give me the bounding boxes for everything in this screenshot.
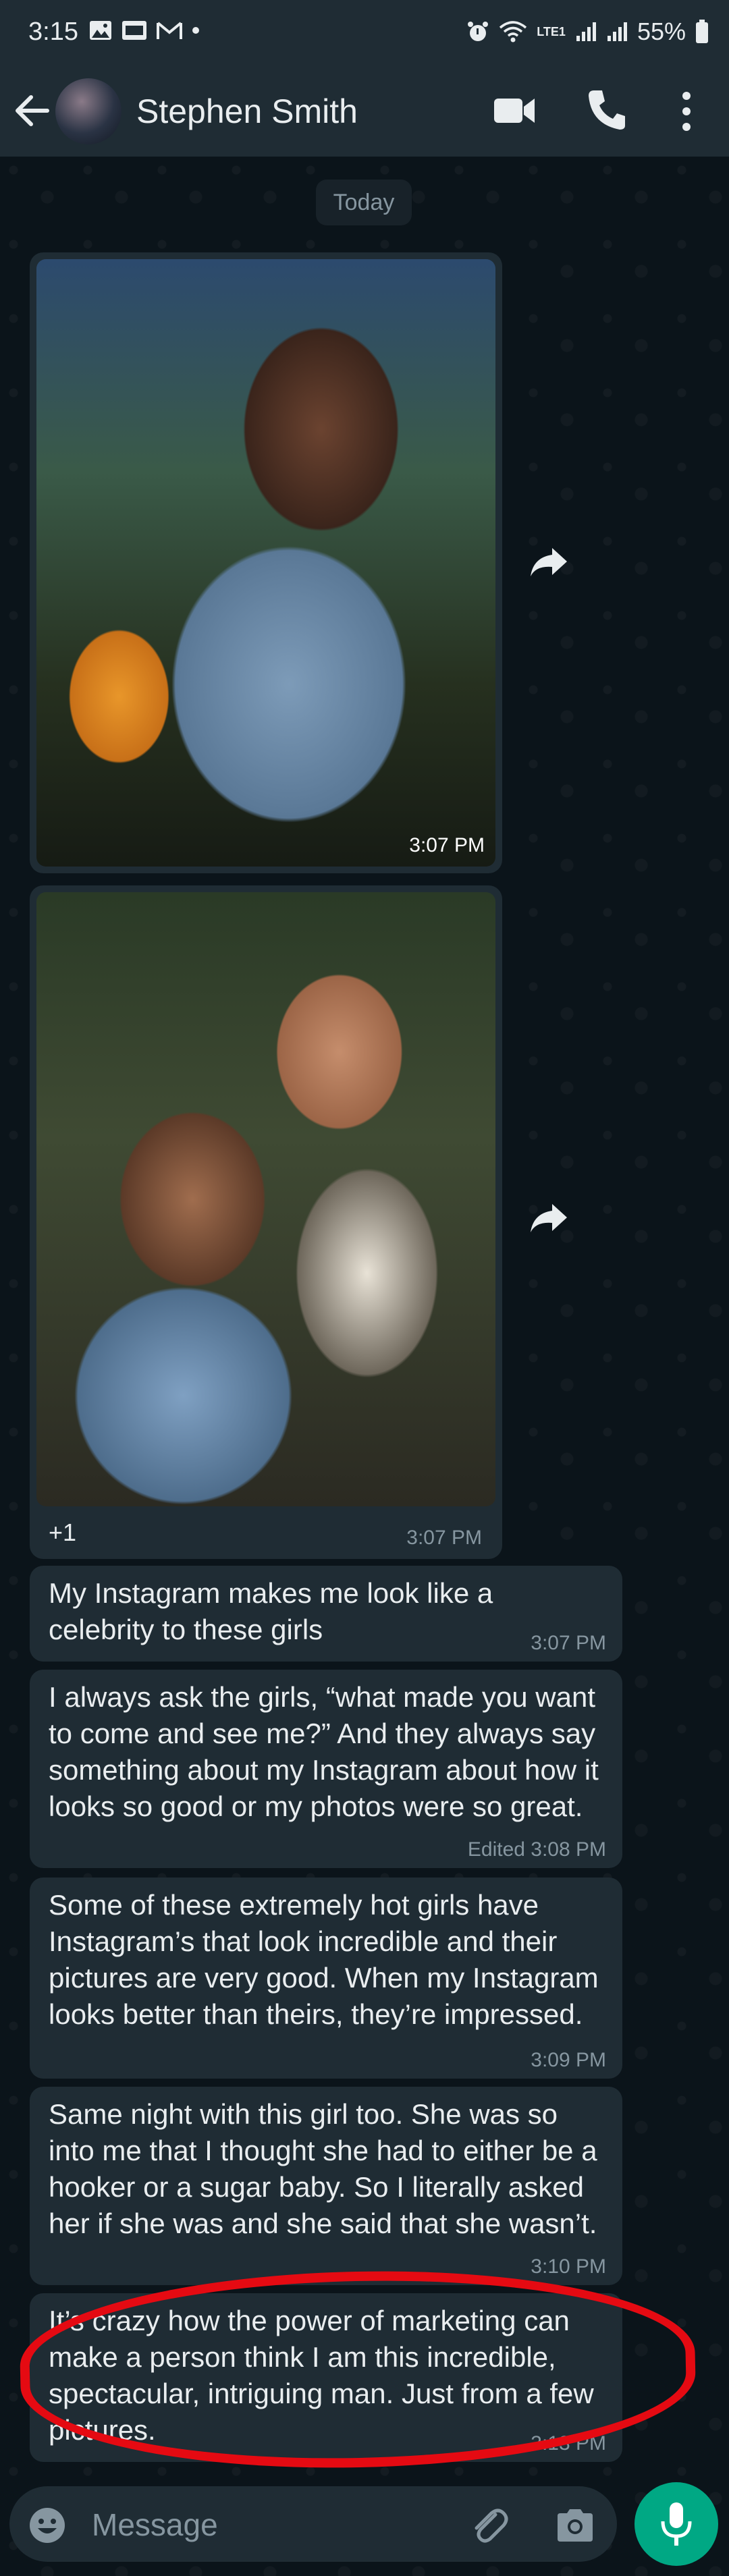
extra-images-count[interactable]: +1 xyxy=(49,1518,76,1547)
battery-icon xyxy=(696,20,708,43)
voice-message-button[interactable] xyxy=(634,2482,718,2566)
contact-avatar[interactable] xyxy=(55,78,122,144)
dot-notification-icon xyxy=(192,27,199,34)
photo-woman-with-drink[interactable]: 3:07 PM xyxy=(36,259,495,867)
text-message[interactable]: Same night with this girl too. She was s… xyxy=(30,2087,622,2285)
gmail-notification-icon xyxy=(157,22,182,39)
battery-percent: 55% xyxy=(637,18,686,45)
more-options-icon[interactable] xyxy=(675,89,698,134)
forward-icon[interactable] xyxy=(529,545,568,579)
lte-label: LTE1 xyxy=(537,25,566,38)
message-time: 3:07 PM xyxy=(409,834,485,856)
emoji-icon[interactable] xyxy=(28,2506,66,2544)
alarm-icon xyxy=(468,22,489,41)
message-text: It’s crazy how the power of marketing ca… xyxy=(49,2305,594,2446)
voice-call-icon[interactable] xyxy=(586,88,626,132)
text-message-highlighted[interactable]: It’s crazy how the power of marketing ca… xyxy=(30,2293,622,2462)
message-time: 3:10 PM xyxy=(531,2255,606,2278)
photo-selfie-couple[interactable] xyxy=(36,892,495,1506)
notification-icons xyxy=(89,20,200,40)
video-call-icon[interactable] xyxy=(493,93,536,128)
camera-icon[interactable] xyxy=(555,2506,595,2543)
signal-icon xyxy=(576,22,596,41)
message-time: 3:07 PM xyxy=(531,1632,606,1654)
status-right: LTE1 55% xyxy=(466,18,709,46)
message-time: 3:07 PM xyxy=(406,1527,482,1549)
gallery-notification-icon xyxy=(90,21,111,40)
scan-notification-icon xyxy=(122,21,146,40)
text-message[interactable]: Some of these extremely hot girls have I… xyxy=(30,1878,622,2079)
image-group-message[interactable]: +1 3:07 PM xyxy=(30,885,502,1559)
message-time: Edited 3:08 PM xyxy=(467,1838,606,1861)
chat-header: Stephen Smith xyxy=(0,65,729,157)
microphone-icon xyxy=(661,2502,692,2546)
message-composer xyxy=(9,2486,617,2562)
signal-icon-2 xyxy=(607,22,627,41)
message-text: Some of these extremely hot girls have I… xyxy=(49,1889,599,2030)
message-text: I always ask the girls, “what made you w… xyxy=(49,1681,599,1822)
text-message[interactable]: My Instagram makes me look like a celebr… xyxy=(30,1566,622,1662)
image-message[interactable]: 3:07 PM xyxy=(30,252,502,873)
back-arrow-icon[interactable] xyxy=(15,90,50,131)
text-message[interactable]: I always ask the girls, “what made you w… xyxy=(30,1670,622,1868)
date-separator: Today xyxy=(316,180,412,225)
message-time: 3:09 PM xyxy=(531,2049,606,2071)
wifi-icon xyxy=(500,21,527,43)
contact-name[interactable]: Stephen Smith xyxy=(136,92,358,131)
status-bar: 3:15 LTE1 55% xyxy=(0,0,729,65)
forward-icon[interactable] xyxy=(529,1201,568,1235)
message-time: 3:13 PM xyxy=(531,2432,606,2455)
message-text: Same night with this girl too. She was s… xyxy=(49,2098,597,2239)
attach-icon[interactable] xyxy=(468,2505,509,2546)
status-time: 3:15 xyxy=(28,18,78,46)
message-input[interactable] xyxy=(90,2501,471,2548)
